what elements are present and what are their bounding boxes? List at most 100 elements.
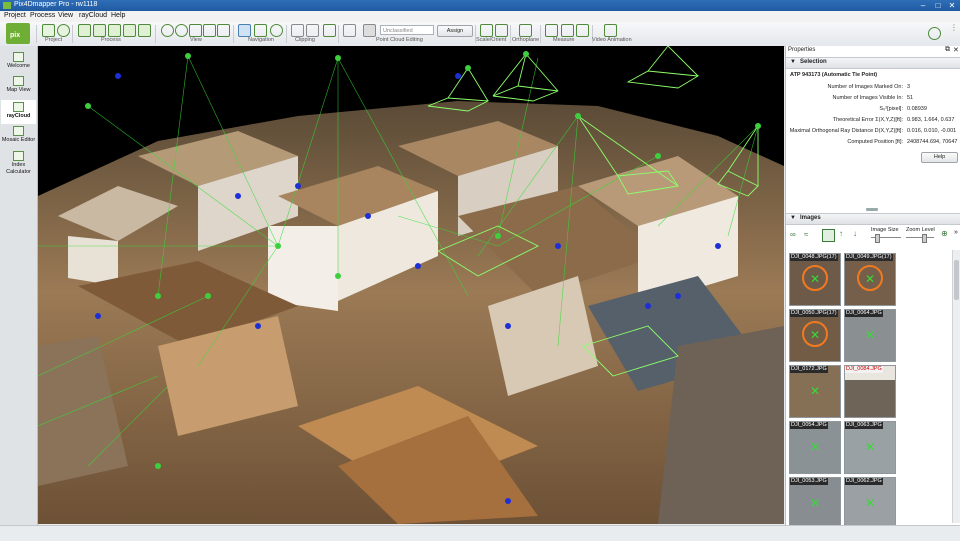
navigation-trackball-icon[interactable] bbox=[238, 24, 251, 37]
more-chevron-icon[interactable]: » bbox=[954, 229, 958, 236]
images-toolbar: ∞ ≈ ↑ ↓ Image Size Zoom Level ⊕ » bbox=[786, 226, 960, 248]
menu-view[interactable]: View bbox=[58, 12, 73, 19]
collapse-triangle-icon: ▼ bbox=[790, 215, 796, 221]
clipping-brush-icon[interactable] bbox=[323, 24, 336, 37]
sort-ascending-icon[interactable]: ↑ bbox=[839, 229, 843, 238]
process-options-icon[interactable] bbox=[123, 24, 136, 37]
orient-icon[interactable] bbox=[495, 24, 508, 37]
panel-close-icon[interactable]: ✕ bbox=[953, 46, 959, 54]
map-icon bbox=[13, 76, 24, 86]
selection-value: 3 bbox=[907, 84, 911, 90]
navigation-fly-icon[interactable] bbox=[254, 24, 267, 37]
video-camera-icon[interactable] bbox=[604, 24, 617, 37]
menu-help[interactable]: Help bbox=[111, 12, 125, 19]
group-label-navigation: Navigation bbox=[248, 37, 274, 43]
menu-project[interactable]: Project bbox=[4, 12, 26, 19]
sidebar-item-raycloud[interactable]: rayCloud bbox=[1, 100, 36, 124]
sidebar-item-welcome[interactable]: Welcome bbox=[1, 52, 36, 69]
process-step2-icon[interactable] bbox=[93, 24, 106, 37]
sidebar-item-label: Mosaic Editor bbox=[1, 137, 36, 143]
undock-icon[interactable]: ⧉ bbox=[945, 46, 950, 54]
thumbnail-scrollbar[interactable] bbox=[952, 250, 960, 523]
images-header[interactable]: ▼ Images bbox=[786, 213, 960, 225]
more-options-icon[interactable]: ⋮ bbox=[950, 24, 958, 40]
menu-process[interactable]: Process bbox=[30, 12, 55, 19]
splitter-handle[interactable] bbox=[866, 208, 878, 211]
menu-raycloud[interactable]: rayCloud bbox=[79, 12, 107, 19]
sidebar-item-index-calculator[interactable]: Index Calculator bbox=[1, 151, 36, 176]
group-label-video-animation: Video Animation bbox=[592, 37, 632, 43]
sort-columns-icon[interactable] bbox=[822, 229, 835, 242]
view-reset-icon[interactable] bbox=[217, 24, 230, 37]
classification-select[interactable]: Unclassified bbox=[380, 25, 434, 35]
assign-button[interactable]: Assign bbox=[437, 25, 473, 37]
sidebar: Welcome Map View rayCloud Mosaic Editor … bbox=[0, 46, 38, 526]
toolbar: pix Project Process View Navigation Clip… bbox=[0, 22, 960, 47]
zoom-all-icon[interactable] bbox=[189, 24, 202, 37]
tie-point-marker-icon: ✕ bbox=[865, 440, 876, 454]
image-thumbnail[interactable]: ✕ DJI_0062.JPG bbox=[844, 477, 896, 525]
scrollbar-thumb[interactable] bbox=[954, 260, 959, 300]
class-color-icon[interactable] bbox=[363, 24, 376, 37]
zoom-out-icon[interactable] bbox=[175, 24, 188, 37]
raycloud-3d-view[interactable] bbox=[38, 46, 784, 524]
clipping-box-icon[interactable] bbox=[291, 24, 304, 37]
sidebar-item-label: Map View bbox=[6, 87, 31, 93]
tie-point-marker-icon: ✕ bbox=[810, 496, 821, 510]
group-label-scale-orient: Scale/Orient bbox=[476, 37, 507, 43]
sort-descending-icon[interactable]: ↓ bbox=[853, 229, 857, 238]
tie-point-marker-icon: ✕ bbox=[810, 272, 821, 286]
group-label-view: View bbox=[190, 37, 202, 43]
image-thumbnail[interactable]: ✕ DJI_0050.JPG(17) bbox=[789, 309, 841, 362]
zoom-fit-icon[interactable] bbox=[203, 24, 216, 37]
zoom-in-icon[interactable] bbox=[161, 24, 174, 37]
process-step1-icon[interactable] bbox=[78, 24, 91, 37]
image-thumbnail[interactable]: ✕ DJI_0053.JPG bbox=[789, 477, 841, 525]
zoom-level-slider-handle[interactable] bbox=[922, 234, 927, 243]
selection-header[interactable]: ▼ Selection bbox=[786, 57, 960, 69]
pix4d-logo: pix bbox=[6, 23, 30, 44]
orthoplane-icon[interactable] bbox=[519, 24, 532, 37]
maximize-button[interactable]: □ bbox=[931, 1, 945, 10]
navigation-eye-icon[interactable] bbox=[270, 24, 283, 37]
image-thumbnail[interactable]: ✕ DJI_0048.JPG(17) bbox=[789, 253, 841, 306]
sidebar-item-label: rayCloud bbox=[6, 113, 31, 119]
title-bar: Pix4Dmapper Pro - rw1118 – □ ✕ bbox=[0, 0, 960, 11]
zoom-level-slider[interactable] bbox=[906, 237, 934, 238]
tie-point-marker-icon: ✕ bbox=[810, 328, 821, 342]
tie-point-marker-icon: ✕ bbox=[810, 440, 821, 454]
group-label-project: Project bbox=[45, 37, 63, 43]
process-start-icon[interactable] bbox=[138, 24, 151, 37]
help-button[interactable]: Help bbox=[921, 152, 958, 163]
image-thumbnail[interactable]: ✕ DJI_0063.JPG bbox=[844, 421, 896, 474]
selection-value: 0.08939 bbox=[907, 106, 927, 112]
user-account-icon[interactable] bbox=[928, 27, 941, 40]
scale-icon[interactable] bbox=[480, 24, 493, 37]
measure-line-icon[interactable] bbox=[545, 24, 558, 37]
unlink-icon[interactable]: ≈ bbox=[804, 230, 808, 239]
open-project-icon[interactable] bbox=[57, 24, 70, 37]
measure-volume-icon[interactable] bbox=[576, 24, 589, 37]
measure-surface-icon[interactable] bbox=[561, 24, 574, 37]
close-button[interactable]: ✕ bbox=[945, 1, 959, 10]
image-thumbnail[interactable]: ✕ DJI_0054.JPG bbox=[789, 421, 841, 474]
sidebar-item-mosaic-editor[interactable]: Mosaic Editor bbox=[1, 126, 36, 143]
home-icon bbox=[13, 52, 24, 62]
point-select-icon[interactable] bbox=[343, 24, 356, 37]
new-project-icon[interactable] bbox=[42, 24, 55, 37]
image-thumbnail[interactable]: DJI_0084.JPG bbox=[844, 365, 896, 418]
clipping-planes-icon[interactable] bbox=[306, 24, 319, 37]
image-size-slider-handle[interactable] bbox=[875, 234, 880, 243]
link-icon[interactable]: ∞ bbox=[790, 230, 796, 239]
group-label-point-cloud-editing: Point Cloud Editing bbox=[376, 37, 423, 43]
minimize-button[interactable]: – bbox=[916, 1, 930, 10]
zoom-in-icon[interactable]: ⊕ bbox=[941, 229, 948, 238]
image-thumbnail[interactable]: ✕ DJI_0049.JPG(17) bbox=[844, 253, 896, 306]
image-thumbnail[interactable]: ✕ DJI_0064.JPG bbox=[844, 309, 896, 362]
thumbnail-photo bbox=[845, 380, 895, 417]
image-thumbnail[interactable]: ✕ DJI_0172.JPG bbox=[789, 365, 841, 418]
images-header-label: Images bbox=[800, 215, 821, 221]
sidebar-item-map-view[interactable]: Map View bbox=[1, 76, 36, 93]
process-step3-icon[interactable] bbox=[108, 24, 121, 37]
index-calculator-icon bbox=[13, 151, 24, 161]
